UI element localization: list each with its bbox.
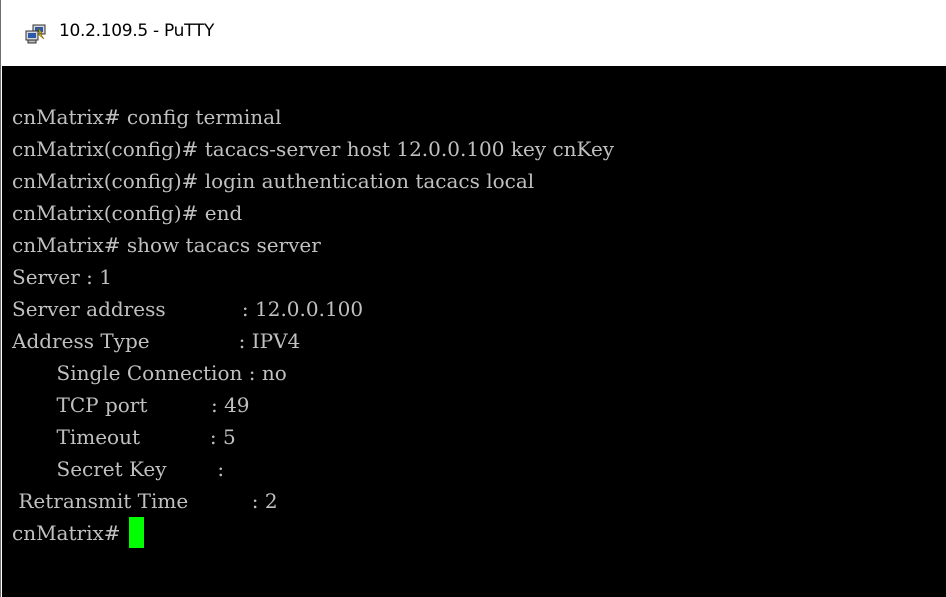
command-prompt[interactable]: cnMatrix# [12, 517, 614, 549]
window-title: 10.2.109.5 - PuTTY [59, 21, 215, 41]
terminal-line: Address Type : IPV4 [12, 329, 301, 353]
title-bar[interactable]: 10.2.109.5 - PuTTY [1, 0, 946, 66]
terminal-line: Retransmit Time : 2 [12, 489, 278, 513]
terminal-line: cnMatrix(config)# tacacs-server host 12.… [12, 137, 615, 161]
putty-window: 10.2.109.5 - PuTTY cnMatrix# config term… [0, 0, 946, 597]
terminal-line: cnMatrix# show tacacs server [12, 233, 321, 257]
terminal-line: TCP port : 49 [12, 393, 250, 417]
terminal-line: Timeout : 5 [12, 425, 236, 449]
terminal-line: Secret Key : [12, 457, 225, 481]
terminal-line: cnMatrix(config)# end [12, 201, 243, 225]
terminal-line: Server : 1 [12, 265, 112, 289]
terminal-area[interactable]: cnMatrix# config terminal cnMatrix(confi… [2, 66, 946, 597]
terminal-output: cnMatrix# config terminal cnMatrix(confi… [12, 101, 614, 549]
terminal-line: cnMatrix(config)# login authentication t… [12, 169, 535, 193]
terminal-line: Server address : 12.0.0.100 [12, 297, 364, 321]
terminal-line: cnMatrix# config terminal [12, 105, 282, 129]
putty-icon [25, 24, 46, 44]
prompt-text: cnMatrix# [12, 521, 127, 545]
text-cursor [128, 517, 144, 548]
terminal-line: Single Connection : no [12, 361, 287, 385]
